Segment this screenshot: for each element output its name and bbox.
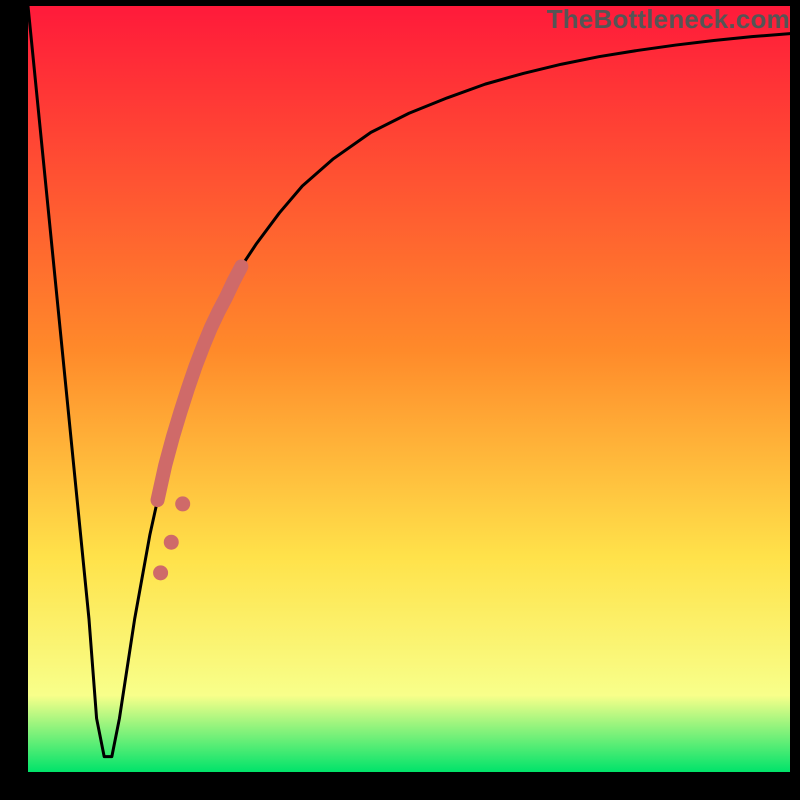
plot-area	[0, 0, 800, 800]
highlight-dot	[164, 535, 179, 550]
highlight-dot	[153, 565, 168, 580]
chart-svg	[0, 0, 800, 800]
frame-bottom	[0, 772, 800, 800]
watermark-text: TheBottleneck.com	[547, 4, 790, 35]
frame-left	[0, 0, 28, 800]
highlight-dot	[175, 496, 190, 511]
frame-right	[790, 0, 800, 800]
bottleneck-chart: TheBottleneck.com	[0, 0, 800, 800]
gradient-background	[28, 6, 790, 772]
